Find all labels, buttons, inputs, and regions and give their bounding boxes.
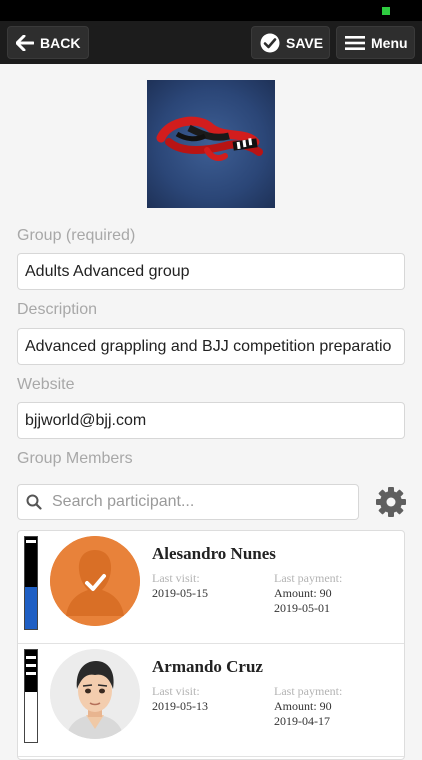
- save-label: SAVE: [286, 34, 324, 51]
- search-participant-box[interactable]: [17, 484, 359, 520]
- arrow-left-icon: [16, 34, 34, 51]
- back-label: BACK: [40, 34, 81, 51]
- group-name-field[interactable]: Adults Advanced group: [17, 253, 405, 290]
- last-visit-block: Last visit: 2019-05-15: [152, 571, 208, 600]
- check-person-icon: [50, 536, 140, 626]
- last-payment-block: Last payment: Amount: 90 2019-05-01: [274, 571, 343, 615]
- default-person-avatar: [50, 536, 140, 626]
- cartoon-man-avatar-icon: [50, 649, 140, 739]
- save-button[interactable]: SAVE: [251, 26, 330, 59]
- search-input[interactable]: [50, 492, 334, 512]
- description-field[interactable]: Advanced grappling and BJJ competition p…: [17, 328, 405, 365]
- menu-button[interactable]: Menu: [336, 26, 415, 59]
- top-toolbar: BACK SAVE Menu: [0, 21, 422, 64]
- menu-label: Menu: [371, 34, 408, 51]
- last-payment-block: Last payment: Amount: 90 2019-04-17: [274, 684, 343, 728]
- search-icon: [26, 494, 42, 510]
- group-members-label: Group Members: [17, 450, 133, 467]
- gear-icon[interactable]: [375, 486, 407, 518]
- website-field[interactable]: bjjworld@bjj.com: [17, 402, 405, 439]
- bjj-belt-image: [156, 116, 263, 161]
- description-label: Description: [17, 301, 98, 318]
- last-visit-block: Last visit: 2019-05-13: [152, 684, 208, 713]
- members-list: Alesandro Nunes Last visit: 2019-05-15 L…: [17, 530, 405, 760]
- member-avatar: [50, 649, 140, 739]
- member-row[interactable]: Armando Cruz Last visit: 2019-05-13 Last…: [18, 644, 404, 757]
- group-photo[interactable]: [147, 80, 275, 208]
- group-label: Group (required): [17, 227, 136, 244]
- member-name: Armando Cruz: [152, 657, 263, 676]
- member-row[interactable]: Alesandro Nunes Last visit: 2019-05-15 L…: [18, 531, 404, 644]
- member-name: Alesandro Nunes: [152, 544, 276, 563]
- status-bar: [0, 0, 422, 21]
- status-indicator-icon: [382, 7, 390, 15]
- hamburger-icon: [345, 35, 365, 50]
- back-button[interactable]: BACK: [7, 26, 89, 59]
- white-belt-icon: [24, 649, 38, 743]
- website-label: Website: [17, 376, 75, 393]
- blue-belt-icon: [24, 536, 38, 630]
- check-circle-icon: [260, 33, 280, 52]
